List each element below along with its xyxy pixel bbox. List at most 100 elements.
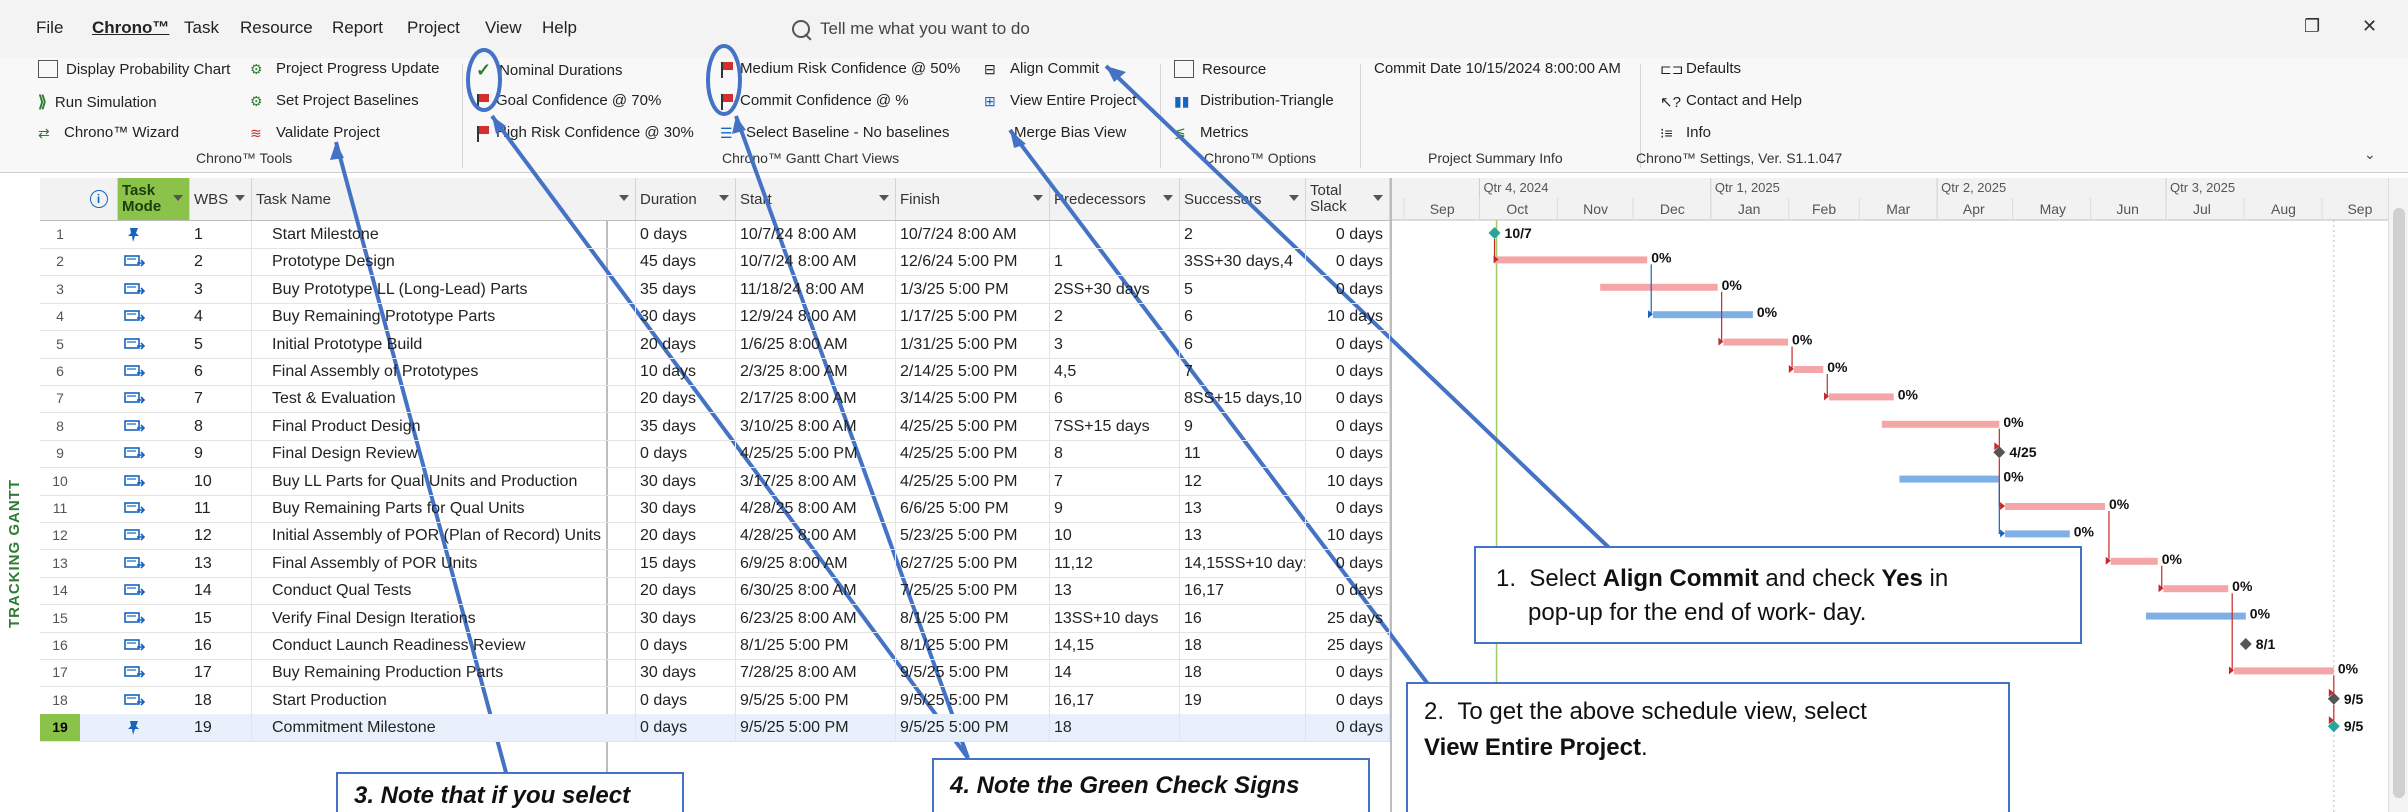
cell-task-name[interactable]: Test & Evaluation [252, 385, 636, 413]
row-number[interactable]: 4 [40, 303, 80, 330]
row-number[interactable]: 13 [40, 550, 80, 577]
cell-wbs[interactable]: 14 [190, 577, 252, 605]
column-header-duration[interactable]: Duration [636, 178, 736, 220]
cell-start[interactable]: 8/1/25 5:00 PM [736, 632, 896, 659]
cell-start[interactable]: 9/5/25 5:00 PM [736, 714, 896, 742]
cell-start[interactable]: 7/28/25 8:00 AM [736, 659, 896, 687]
column-header-total-slack[interactable]: Total Slack [1306, 178, 1390, 220]
cell-wbs[interactable]: 17 [190, 659, 252, 687]
view-entire-project-button[interactable]: ⊞ View Entire Project [984, 92, 1136, 109]
cell-successors[interactable]: 8SS+15 days,10 [1180, 385, 1306, 413]
column-header-task-name[interactable]: Task Name [252, 178, 636, 220]
row-number[interactable]: 19 [40, 714, 80, 742]
cell-total-slack[interactable]: 0 days [1306, 659, 1390, 687]
cell-total-slack[interactable]: 0 days [1306, 440, 1390, 468]
row-number[interactable]: 5 [40, 331, 80, 358]
cell-finish[interactable]: 5/23/25 5:00 PM [896, 522, 1050, 550]
cell-predecessors[interactable]: 18 [1050, 714, 1180, 742]
cell-predecessors[interactable]: 9 [1050, 495, 1180, 522]
cell-task-name[interactable]: Verify Final Design Iterations [252, 604, 636, 632]
row-number[interactable]: 8 [40, 413, 80, 440]
cell-total-slack[interactable]: 0 days [1306, 714, 1390, 742]
menu-file[interactable]: File [36, 18, 63, 38]
cell-finish[interactable]: 1/3/25 5:00 PM [896, 275, 1050, 303]
cell-duration[interactable]: 0 days [636, 440, 736, 468]
cell-finish[interactable]: 3/14/25 5:00 PM [896, 385, 1050, 413]
cell-task-name[interactable]: Initial Prototype Build [252, 330, 636, 358]
cell-total-slack[interactable]: 0 days [1306, 412, 1390, 440]
cell-finish[interactable]: 8/1/25 5:00 PM [896, 604, 1050, 632]
cell-task-name[interactable]: Conduct Qual Tests [252, 577, 636, 605]
row-number[interactable]: 10 [40, 468, 80, 495]
cell-wbs[interactable]: 5 [190, 330, 252, 358]
cell-duration[interactable]: 30 days [636, 495, 736, 522]
cell-task-name[interactable]: Buy Remaining Prototype Parts [252, 303, 636, 331]
menu-help[interactable]: Help [542, 18, 577, 38]
cell-start[interactable]: 12/9/24 8:00 AM [736, 303, 896, 331]
cell-wbs[interactable]: 2 [190, 248, 252, 276]
cell-duration[interactable]: 30 days [636, 467, 736, 495]
cell-wbs[interactable]: 19 [190, 714, 252, 742]
cell-start[interactable]: 9/5/25 5:00 PM [736, 686, 896, 714]
cell-successors[interactable]: 6 [1180, 303, 1306, 331]
cell-duration[interactable]: 0 days [636, 714, 736, 742]
row-number[interactable]: 16 [40, 632, 80, 659]
column-header-predecessors[interactable]: Predecessors [1050, 178, 1180, 220]
cell-total-slack[interactable]: 0 days [1306, 275, 1390, 303]
cell-task-name[interactable]: Final Product Design [252, 412, 636, 440]
cell-wbs[interactable]: 9 [190, 440, 252, 468]
defaults-button[interactable]: ⊏⊐ Defaults [1660, 60, 1741, 77]
distribution-triangle-button[interactable]: ▮▮ Distribution-Triangle [1174, 92, 1334, 109]
menu-report[interactable]: Report [332, 18, 383, 38]
cell-predecessors[interactable]: 13SS+10 days [1050, 604, 1180, 632]
menu-task[interactable]: Task [184, 18, 219, 38]
cell-start[interactable]: 6/23/25 8:00 AM [736, 604, 896, 632]
resource-button[interactable]: Resource [1174, 60, 1266, 78]
cell-successors[interactable]: 7 [1180, 358, 1306, 385]
row-number[interactable]: 18 [40, 687, 80, 714]
cell-successors[interactable]: 5 [1180, 275, 1306, 303]
cell-finish[interactable]: 1/17/25 5:00 PM [896, 303, 1050, 331]
cell-successors[interactable]: 11 [1180, 440, 1306, 468]
cell-predecessors[interactable]: 10 [1050, 522, 1180, 550]
cell-task-name[interactable]: Conduct Launch Readiness Review [252, 632, 636, 659]
metrics-button[interactable]: ≶ Metrics [1174, 124, 1248, 141]
cell-successors[interactable]: 3SS+30 days,4 [1180, 248, 1306, 276]
cell-wbs[interactable]: 13 [190, 549, 252, 577]
cell-task-name[interactable]: Final Design Review [252, 440, 636, 468]
cell-finish[interactable]: 6/27/25 5:00 PM [896, 549, 1050, 577]
project-progress-update-button[interactable]: ⚙ Project Progress Update [250, 60, 439, 77]
cell-duration[interactable]: 45 days [636, 248, 736, 276]
cell-successors[interactable]: 16 [1180, 604, 1306, 632]
cell-predecessors[interactable]: 13 [1050, 577, 1180, 605]
cell-task-name[interactable]: Final Assembly of Prototypes [252, 358, 636, 385]
select-baseline-button[interactable]: ☰ Select Baseline - No baselines [720, 124, 949, 141]
column-header-finish[interactable]: Finish [896, 178, 1050, 220]
display-probability-chart-button[interactable]: Display Probability Chart [38, 60, 230, 78]
cell-total-slack[interactable]: 10 days [1306, 522, 1390, 550]
vertical-scrollbar[interactable] [2388, 178, 2408, 812]
cell-predecessors[interactable]: 16,17 [1050, 686, 1180, 714]
high-risk-confidence-button[interactable]: High Risk Confidence @ 30% [476, 124, 694, 142]
cell-wbs[interactable]: 16 [190, 632, 252, 659]
cell-finish[interactable]: 1/31/25 5:00 PM [896, 330, 1050, 358]
cell-wbs[interactable]: 10 [190, 467, 252, 495]
row-number[interactable]: 11 [40, 495, 80, 522]
cell-total-slack[interactable]: 0 days [1306, 686, 1390, 714]
menu-chrono[interactable]: Chrono™ [92, 18, 169, 38]
cell-successors[interactable]: 6 [1180, 330, 1306, 358]
cell-total-slack[interactable]: 0 days [1306, 221, 1390, 248]
cell-duration[interactable]: 20 days [636, 385, 736, 413]
cell-finish[interactable]: 6/6/25 5:00 PM [896, 495, 1050, 522]
cell-duration[interactable]: 10 days [636, 358, 736, 385]
cell-predecessors[interactable]: 8 [1050, 440, 1180, 468]
row-number[interactable]: 6 [40, 358, 80, 385]
cell-successors[interactable]: 16,17 [1180, 577, 1306, 605]
cell-start[interactable]: 4/28/25 8:00 AM [736, 522, 896, 550]
row-number[interactable]: 12 [40, 522, 80, 549]
cell-duration[interactable]: 30 days [636, 659, 736, 687]
row-number[interactable]: 7 [40, 385, 80, 412]
merge-bias-view-button[interactable]: Merge Bias View [1014, 124, 1126, 141]
cell-successors[interactable]: 18 [1180, 632, 1306, 659]
cell-wbs[interactable]: 6 [190, 358, 252, 385]
